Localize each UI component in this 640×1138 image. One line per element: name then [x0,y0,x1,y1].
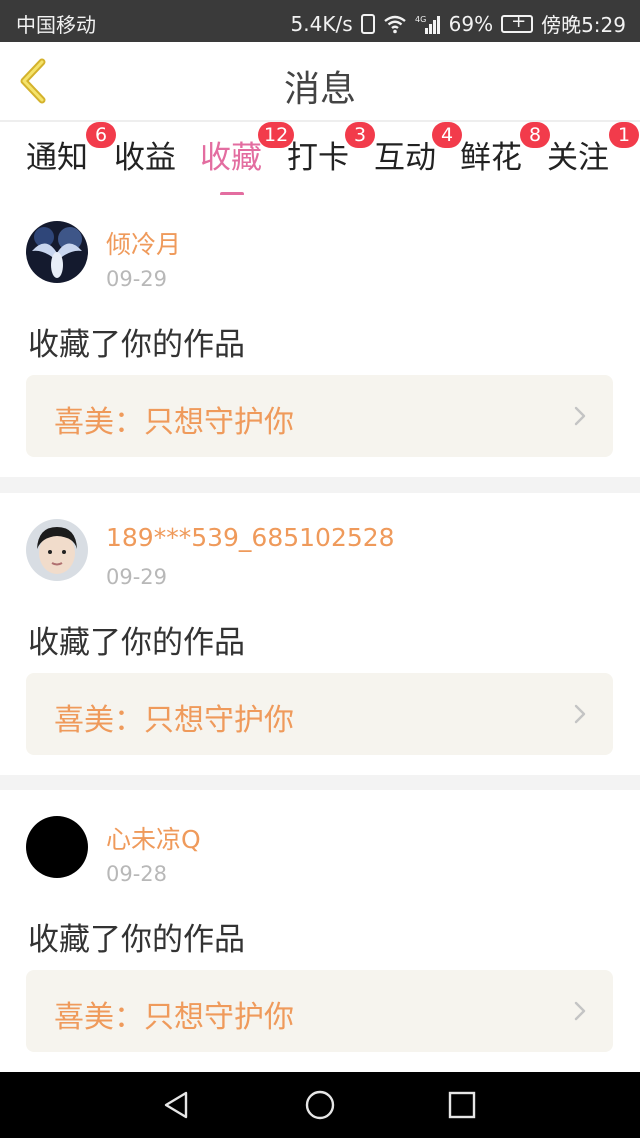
network-speed: 5.4K/s [290,11,353,36]
avatar[interactable] [26,816,88,878]
message-item: 189***539_685102528 09-29 收藏了你的作品 喜美：只想守… [0,493,640,775]
tab-earnings[interactable]: 收益 [114,132,176,192]
clock: 傍晚5:29 [541,13,626,37]
work-title: 喜美：只想守护你 [54,1000,294,1035]
avatar[interactable] [26,519,88,581]
chevron-right-icon [574,1001,586,1021]
tab-label: 鲜花 [460,140,522,176]
username[interactable]: 189***539_685102528 [106,523,395,552]
tab-label: 关注 [547,140,609,176]
tab-label: 互动 [374,140,436,176]
tab-interaction[interactable]: 互动 4 [374,122,462,192]
carrier-name: 中国移动 [16,13,96,37]
tab-bar: 通知 6 收益 收藏 12 打卡 3 互动 4 鲜花 8 关注 1 [0,122,640,202]
tab-label: 通知 [26,140,88,176]
avatar[interactable] [26,221,88,283]
tab-badge: 8 [520,122,550,148]
work-title: 喜美：只想守护你 [54,703,294,738]
message-date: 09-29 [106,565,168,589]
nav-home-icon[interactable] [304,1089,336,1121]
tab-label: 打卡 [287,140,349,176]
system-nav-bar [0,1072,640,1138]
tab-label: 收益 [114,140,176,176]
username[interactable]: 心未凉Q [106,820,201,856]
tab-badge: 1 [609,122,639,148]
tab-badge: 3 [345,122,375,148]
tab-follow[interactable]: 关注 1 [547,122,639,192]
message-action: 收藏了你的作品 [28,922,245,958]
section-divider [0,775,640,791]
page-title: 消息 [283,69,356,110]
message-action: 收藏了你的作品 [28,625,245,661]
username[interactable]: 倾冷月 [106,225,181,261]
message-item: 倾冷月 09-29 收藏了你的作品 喜美：只想守护你 [0,195,640,477]
section-divider [0,477,640,493]
message-date: 09-28 [106,862,168,886]
work-link[interactable]: 喜美：只想守护你 [26,970,613,1052]
work-link[interactable]: 喜美：只想守护你 [26,673,613,755]
app-header: 消息 [0,42,640,122]
tab-label: 收藏 [200,140,262,176]
nav-back-icon[interactable] [160,1089,192,1121]
work-link[interactable]: 喜美：只想守护你 [26,375,613,457]
message-date: 09-29 [106,267,168,291]
work-title: 喜美：只想守护你 [54,405,294,440]
battery-percent: 69% [448,11,494,36]
signal-icon: 4G [415,15,440,34]
tab-badge: 6 [86,122,116,148]
tab-notification[interactable]: 通知 6 [26,122,116,192]
wifi-icon [383,15,406,33]
status-bar: 中国移动 5.4K/s 4G 69% 傍晚5:29 [0,0,640,42]
vibrate-icon [360,13,375,34]
chevron-right-icon [574,406,586,426]
message-action: 收藏了你的作品 [28,327,245,363]
network-type-label: 4G [415,15,426,24]
nav-recents-icon[interactable] [446,1089,478,1121]
message-item: 心未凉Q 09-28 收藏了你的作品 喜美：只想守护你 [0,790,640,1072]
tab-badge: 4 [432,122,462,148]
chevron-right-icon [574,704,586,724]
tab-favorites[interactable]: 收藏 12 [200,122,295,196]
tab-checkin[interactable]: 打卡 3 [287,122,375,192]
tab-flowers[interactable]: 鲜花 8 [460,122,550,192]
battery-icon [501,11,534,33]
status-icons: 5.4K/s 4G 69% 傍晚5:29 [291,9,626,38]
